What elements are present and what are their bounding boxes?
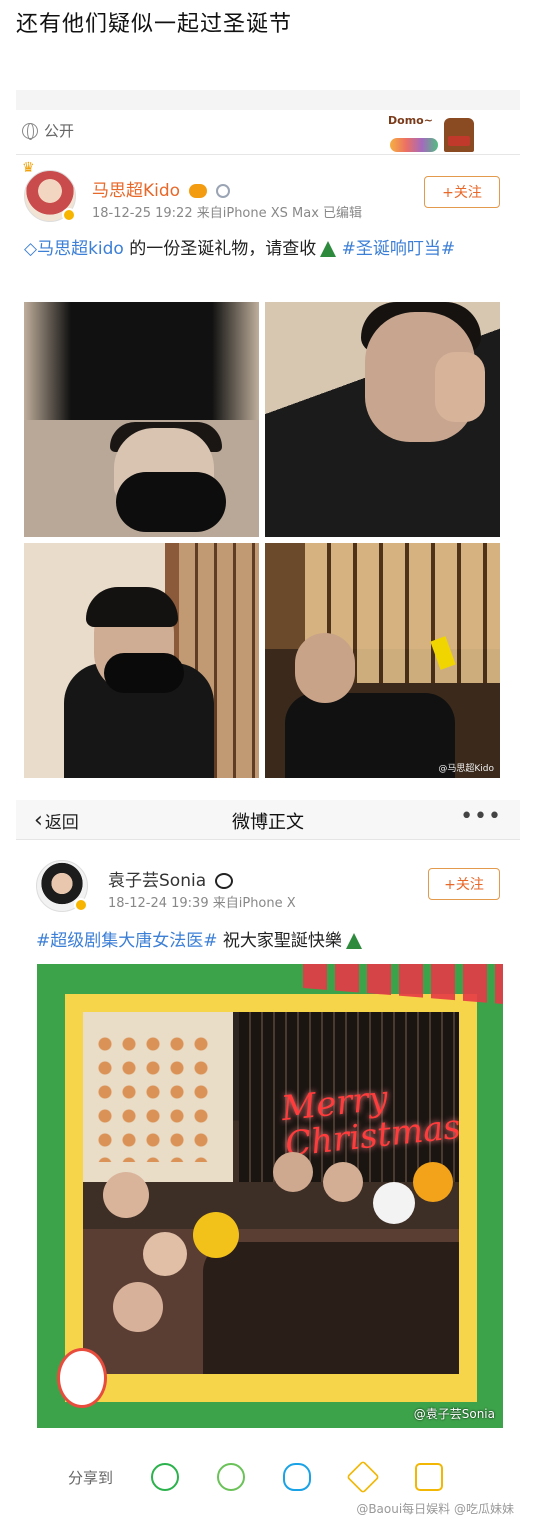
qq-icon[interactable] xyxy=(283,1463,312,1491)
verified-icon xyxy=(62,208,76,222)
footer-watermark: @Baoui每日娱料 @吃瓜妹妹 xyxy=(356,1502,514,1516)
domo-sticker: Domo~ xyxy=(386,112,482,154)
username[interactable]: 马思超Kido xyxy=(92,176,230,201)
divider xyxy=(16,154,520,155)
sticker-decoration xyxy=(390,138,438,152)
weibo-post-2: ‹ 返回 微博正文 ••• 袁子芸Sonia 18-12-24 19:39 来自… xyxy=(16,800,520,1526)
photo-4[interactable]: @马思超Kido xyxy=(265,543,500,778)
verified-icon xyxy=(74,898,88,912)
domo-sticker-text: Domo~ xyxy=(388,114,433,127)
globe-icon xyxy=(22,122,38,140)
tree-icon xyxy=(345,933,362,949)
page-caption: 还有他们疑似一起过圣诞节 xyxy=(16,12,293,37)
christmas-photo[interactable]: Merry Christmas @袁子芸Sonia xyxy=(37,964,503,1428)
post-text: #超级剧集大唐女法医# 祝大家聖誕快樂 xyxy=(36,926,362,951)
share-bar: 分享到 xyxy=(16,1452,520,1502)
photo-grid: @马思超Kido xyxy=(24,302,501,778)
hashtag-link[interactable]: #超级剧集大唐女法医# xyxy=(36,931,218,951)
medal-icon xyxy=(215,184,230,198)
post-meta: 18-12-24 19:39 来自iPhone X xyxy=(108,896,296,911)
follow-button[interactable]: +关注 xyxy=(428,868,500,900)
domo-icon xyxy=(444,118,474,152)
moments-icon[interactable] xyxy=(217,1463,246,1491)
vip-icon xyxy=(189,184,208,198)
visibility-label: 公开 xyxy=(44,122,75,140)
post-meta: 18-12-25 19:22 来自iPhone XS Max 已编辑 xyxy=(92,206,363,221)
crown-icon: ♛ xyxy=(22,160,35,176)
weibo-post-1: 公开 Domo~ ♛ 马思超Kido 18-12-25 19:22 来自iPho… xyxy=(16,90,520,790)
username-text[interactable]: 袁子芸Sonia xyxy=(108,871,206,891)
qzone-icon[interactable] xyxy=(346,1460,380,1494)
post-top-strip xyxy=(16,90,520,110)
photo-2[interactable] xyxy=(265,302,500,537)
nav-bar: ‹ 返回 微博正文 ••• xyxy=(16,800,520,840)
hashtag-link[interactable]: #圣诞响叮当# xyxy=(336,239,456,259)
wechat-icon[interactable] xyxy=(151,1463,180,1491)
visibility-row: 公开 xyxy=(22,120,74,141)
photo-watermark: @马思超Kido xyxy=(438,764,494,774)
post-body-text: 祝大家聖誕快樂 xyxy=(217,931,342,951)
follow-button[interactable]: +关注 xyxy=(424,176,500,208)
username[interactable]: 袁子芸Sonia xyxy=(108,866,233,891)
photo-scene: Merry Christmas xyxy=(83,1012,459,1374)
photo-1[interactable] xyxy=(24,302,259,537)
mention-link[interactable]: ◇马思超kido xyxy=(24,239,124,259)
image-watermark: @袁子芸Sonia xyxy=(413,1407,495,1421)
tree-icon xyxy=(320,241,337,257)
more-icon[interactable]: ••• xyxy=(460,804,502,829)
album-icon[interactable] xyxy=(415,1463,444,1491)
post-body-text: 的一份圣诞礼物，请查收 xyxy=(123,239,317,259)
panda-icon xyxy=(214,873,233,889)
share-label: 分享到 xyxy=(68,1468,114,1487)
post-text: ◇马思超kido 的一份圣诞礼物，请查收 #圣诞响叮当# xyxy=(24,236,504,263)
photo-3[interactable] xyxy=(24,543,259,778)
page-title: 微博正文 xyxy=(232,812,304,833)
domo-mouth xyxy=(448,136,470,146)
snowman-icon xyxy=(57,1348,107,1408)
username-text[interactable]: 马思超Kido xyxy=(92,181,180,201)
merry-christmas-text: Merry Christmas xyxy=(279,1078,459,1165)
